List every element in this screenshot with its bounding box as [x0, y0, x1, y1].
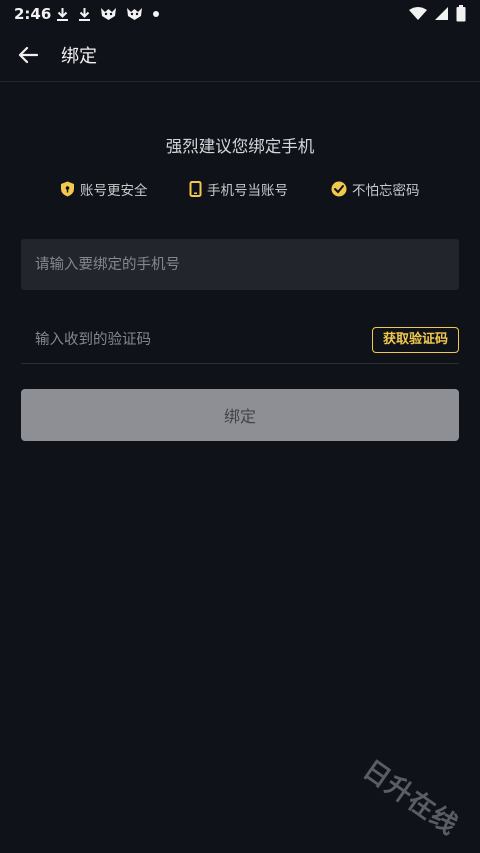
download-icon [57, 7, 68, 21]
feature-no-forget-password: 不怕忘密码 [331, 179, 420, 199]
battery-icon [456, 5, 466, 22]
status-system-icons [409, 5, 466, 22]
feature-phone-as-account: 手机号当账号 [189, 179, 288, 199]
download-icon [79, 7, 90, 21]
dot-icon [153, 11, 159, 17]
phone-input[interactable] [35, 239, 335, 290]
feature-label: 不怕忘密码 [352, 183, 420, 199]
phone-icon [189, 181, 202, 197]
signal-icon [435, 7, 448, 20]
check-badge-icon [331, 181, 347, 197]
app-notification-icon [127, 8, 142, 20]
arrow-left-icon [18, 46, 38, 64]
shield-icon [61, 181, 74, 197]
bind-phone-headline: 强烈建议您绑定手机 [165, 137, 315, 156]
app-bar: 绑定 [0, 28, 480, 82]
status-bar: 2:46 [0, 0, 480, 28]
watermark: 日升在线 [357, 754, 464, 842]
feature-label: 账号更安全 [80, 183, 148, 199]
app-notification-icon [101, 8, 116, 20]
status-notification-icons [56, 4, 160, 24]
phone-field-container [21, 239, 459, 290]
wifi-icon [409, 6, 427, 20]
page-title: 绑定 [61, 46, 97, 67]
verification-code-input[interactable] [35, 320, 335, 360]
bind-button[interactable]: 绑定 [21, 389, 459, 441]
code-field-container: 获取验证码 [21, 320, 459, 364]
back-button[interactable] [13, 40, 43, 70]
status-time: 2:46 [14, 5, 52, 23]
get-code-button[interactable]: 获取验证码 [371, 327, 459, 353]
feature-label: 手机号当账号 [207, 183, 288, 199]
feature-account-secure: 账号更安全 [60, 179, 148, 199]
